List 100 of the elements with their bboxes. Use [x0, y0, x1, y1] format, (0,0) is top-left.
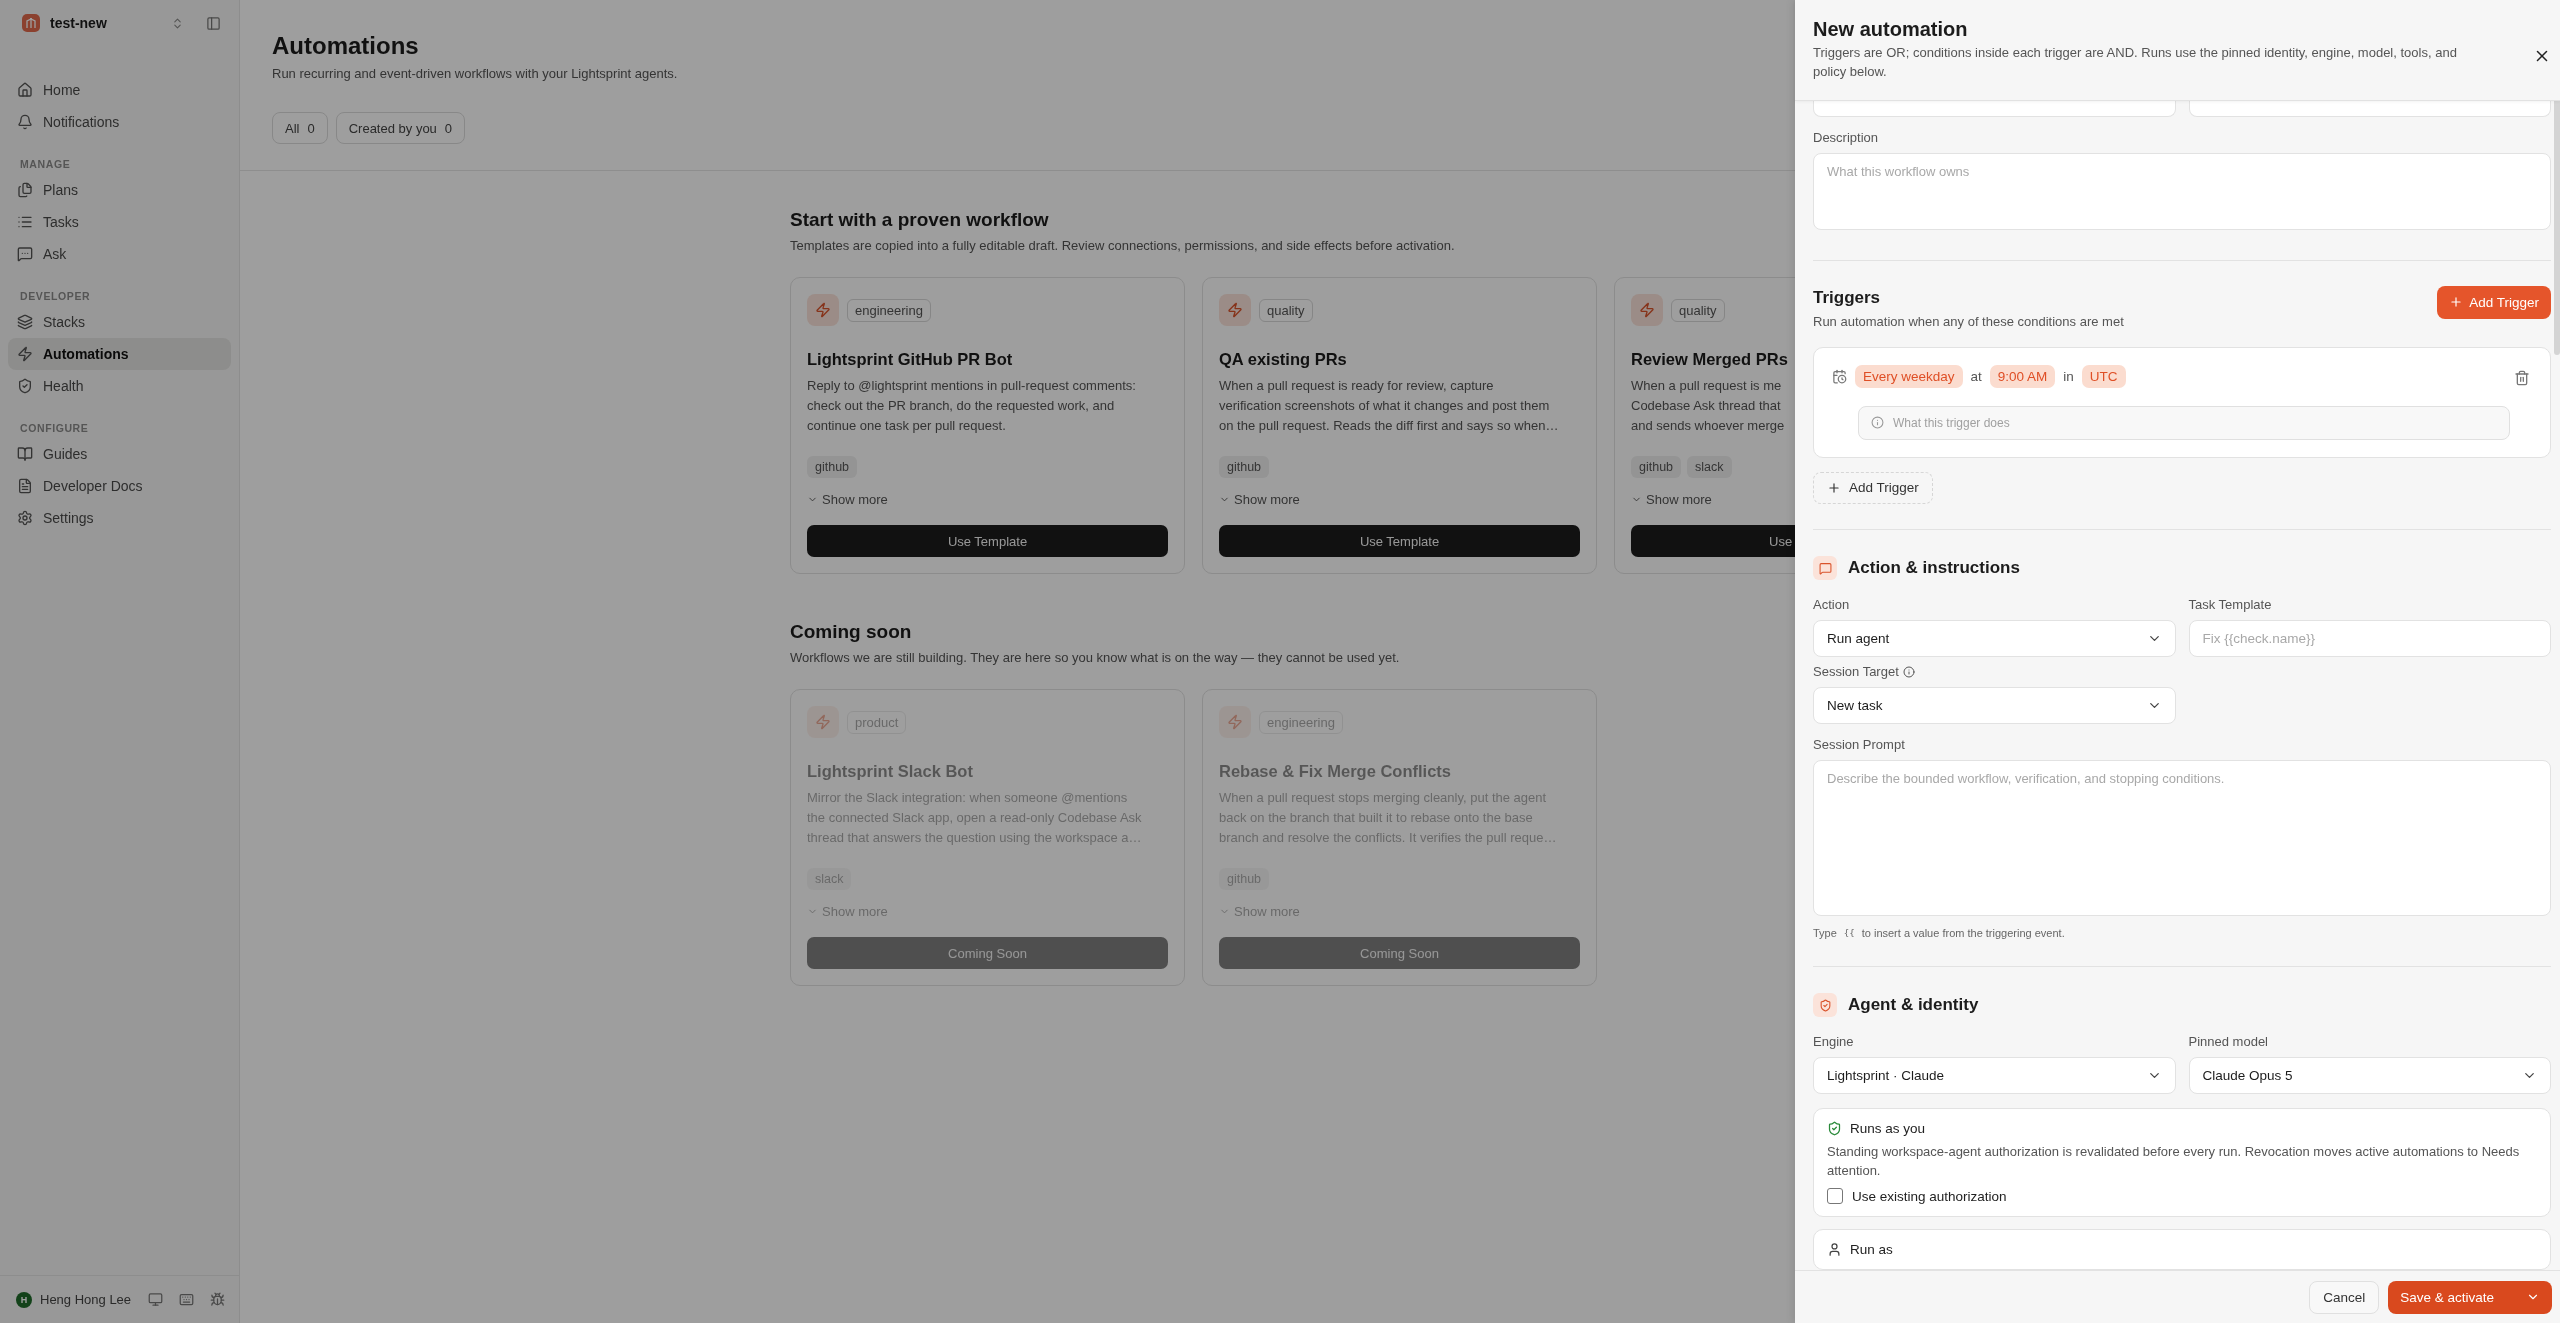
show-more-button[interactable]: Show more [1219, 492, 1300, 507]
keyboard-icon[interactable] [179, 1292, 194, 1307]
show-more-button[interactable]: Show more [1631, 492, 1712, 507]
card-title: QA existing PRs [1219, 349, 1347, 370]
card-title: Lightsprint Slack Bot [807, 761, 973, 782]
lightning-icon [1631, 294, 1663, 326]
trigger-description-field[interactable]: What this trigger does [1858, 405, 2510, 440]
hint-text: Type [1813, 926, 1837, 941]
scrollbar-thumb[interactable] [2554, 101, 2560, 355]
lightning-icon [1219, 294, 1251, 326]
home-icon [17, 82, 33, 98]
section-subtitle: Run automation when any of these conditions are met [1813, 312, 2124, 331]
nav-section-heading: CONFIGURE [19, 421, 90, 436]
document-icon [17, 478, 33, 494]
settings-icon [17, 510, 33, 526]
nav-item[interactable]: Automations [8, 338, 231, 370]
drawer-title: New automation [1813, 17, 1968, 41]
nav-item[interactable]: Guides [8, 438, 231, 470]
category-tag: quality [1671, 298, 1725, 322]
action-select[interactable]: Run agent [1813, 620, 2176, 658]
delete-button[interactable] [2514, 369, 2530, 386]
category-tag: quality [1259, 298, 1313, 322]
section-title: Action & instructions [1848, 557, 2020, 580]
nav-item[interactable]: Ask [8, 238, 231, 270]
switcher-chevron-icon[interactable] [171, 16, 184, 30]
chat-icon [1813, 556, 1837, 581]
session-target-select[interactable]: New task [1813, 687, 2176, 725]
field-label: Description [1813, 129, 1880, 147]
nav-section-heading: DEVELOPER [19, 289, 92, 304]
shield-icon [1827, 1121, 1842, 1136]
session-prompt-field[interactable]: Describe the bounded workflow, verification, and stopping conditions. [1813, 760, 2551, 916]
checkbox-label[interactable]: Use existing authorization [1852, 1188, 2007, 1204]
card-text: Standing workspace-agent authorization is revalidated before every run. Revocation moves active automations to Needs attention. [1827, 1143, 2521, 1180]
card-title: Review Merged PRs [1631, 349, 1788, 370]
user-name[interactable]: Heng Hong Lee [40, 1292, 132, 1307]
template-token: {{ [1843, 927, 1855, 940]
checkbox[interactable] [1827, 1188, 1843, 1204]
section-subtitle: Templates are copied into a fully editable draft. Review connections, permissions, and side effects before activation. [790, 237, 1455, 255]
task-template-field[interactable]: Fix {{check.name}} [2188, 620, 2551, 658]
section-title: Start with a proven workflow [790, 208, 1049, 232]
card-description: When a pull request is ready for review, capture verification screenshots of what it changes and post them on the pull request. Reads the diff first and says so when… [1219, 377, 1559, 435]
add-trigger-button[interactable]: Add Trigger [1813, 471, 1933, 505]
hint-text: to insert a value from the triggering event. [1861, 926, 2065, 941]
use-template-button[interactable]: Use Template [807, 525, 1168, 557]
calendar-clock-icon [1832, 368, 1847, 384]
card-title: Lightsprint GitHub PR Bot [807, 349, 1013, 370]
add-trigger-button[interactable]: Add Trigger [2437, 285, 2551, 319]
save-activate-button[interactable]: Save & activate [2388, 1280, 2552, 1314]
info-icon [1871, 415, 1884, 429]
description-field[interactable]: What this workflow owns [1813, 153, 2551, 230]
user-icon [1827, 1242, 1842, 1257]
field-label: Session Target [1813, 663, 2176, 682]
book-icon [17, 446, 33, 462]
card-description: Reply to @lightsprint mentions in pull-request comments: check out the PR branch, do the requested work, and continue one task per pull request. [807, 377, 1136, 435]
use-template-button[interactable]: Use Template [1219, 525, 1580, 557]
trigger-chip[interactable]: 9:00 AM [1989, 364, 2056, 388]
integration-tag: slack [1687, 456, 1732, 478]
monitor-icon[interactable] [148, 1292, 163, 1307]
select-field[interactable] [2188, 101, 2551, 117]
plus-icon [2449, 295, 2464, 309]
trigger-connector: at [1970, 368, 1982, 384]
model-select[interactable]: Claude Opus 5 [2188, 1057, 2551, 1094]
nav-item[interactable]: Developer Docs [8, 470, 231, 502]
page-title: Automations [272, 31, 419, 61]
field-label: Task Template [2188, 596, 2273, 615]
info-icon[interactable] [1902, 666, 1915, 679]
nav-item[interactable]: Settings [8, 502, 231, 534]
field-label: Pinned model [2188, 1033, 2269, 1051]
card-title: Runs as you [1850, 1121, 1926, 1136]
trigger-chip[interactable]: Every weekday [1855, 364, 1963, 388]
engine-select[interactable]: Lightsprint · Claude [1813, 1057, 2176, 1094]
cancel-button[interactable]: Cancel [2309, 1280, 2380, 1314]
layers-icon [17, 314, 33, 330]
integration-tag: github [1219, 456, 1270, 478]
shield-icon [17, 378, 33, 394]
list-icon [17, 214, 33, 230]
show-more-button[interactable]: Show more [807, 492, 888, 507]
card-description: When a pull request is me Codebase Ask thread that and sends whoever merge [1631, 377, 1785, 435]
shield-icon [1813, 993, 1837, 1017]
chat-icon [17, 246, 33, 262]
workspace-name[interactable]: test-new [50, 15, 161, 31]
nav-item[interactable]: Home [8, 74, 231, 106]
input-field[interactable] [1813, 101, 2176, 117]
nav-item[interactable]: Stacks [8, 306, 231, 338]
nav-item[interactable]: Tasks [8, 206, 231, 238]
field-label: Engine [1813, 1033, 1855, 1051]
bug-icon[interactable] [210, 1292, 225, 1307]
filter-tab[interactable]: Created by you 0 [335, 112, 466, 144]
field-label: Action [1813, 596, 1851, 615]
nav-item[interactable]: Plans [8, 174, 231, 206]
sidebar-toggle-icon[interactable] [206, 15, 221, 31]
trigger-chip[interactable]: UTC [2081, 364, 2126, 388]
filter-tab[interactable]: All 0 [272, 112, 328, 144]
user-avatar: H [16, 1291, 32, 1308]
section-title: Agent & identity [1848, 994, 1979, 1016]
nav-item[interactable]: Notifications [8, 106, 231, 138]
drawer-subtitle: Triggers are OR; conditions inside each trigger are AND. Runs use the pinned identity, engine, model, tools, and policy below. [1813, 44, 2458, 81]
nav-item[interactable]: Health [8, 370, 231, 402]
plus-icon [1827, 480, 1841, 495]
lightning-icon [807, 294, 839, 326]
